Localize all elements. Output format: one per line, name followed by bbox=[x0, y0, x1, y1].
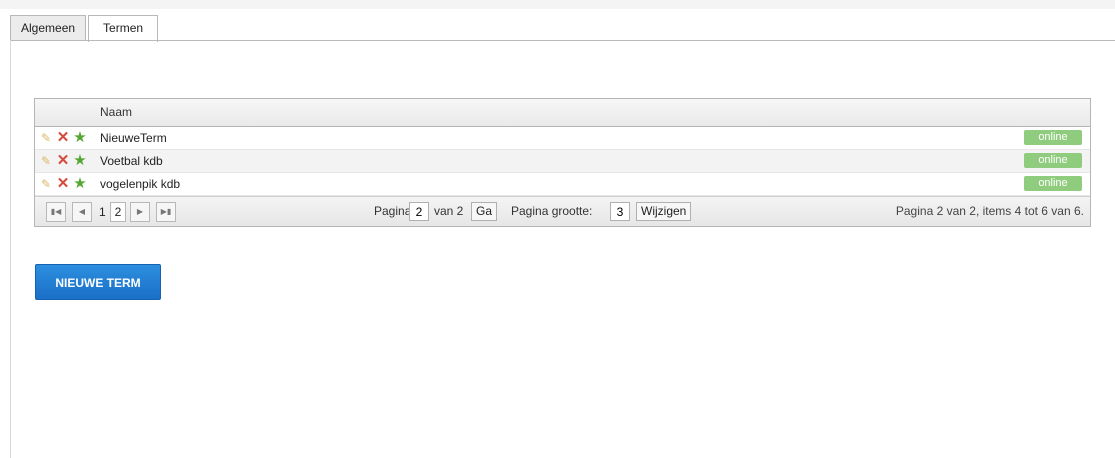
edit-icon[interactable]: ✎ bbox=[39, 177, 53, 191]
status-badge: online bbox=[1024, 130, 1082, 145]
go-button[interactable]: Ga bbox=[471, 202, 498, 221]
delete-icon[interactable]: ✕ bbox=[56, 130, 70, 145]
tab-divider bbox=[10, 40, 1115, 41]
table-row: ✎ ✕ ★ vogelenpik kdb online bbox=[35, 173, 1090, 196]
edit-icon[interactable]: ✎ bbox=[39, 131, 53, 145]
term-name: NieuweTerm bbox=[100, 131, 167, 145]
status-badge: online bbox=[1024, 153, 1082, 168]
new-term-button[interactable]: NIEUWE TERM bbox=[35, 264, 161, 300]
terms-grid: Naam ✎ ✕ ★ NieuweTerm online ✎ ✕ ★ Voetb… bbox=[34, 98, 1091, 227]
page-input[interactable] bbox=[409, 202, 429, 221]
table-row: ✎ ✕ ★ Voetbal kdb online bbox=[35, 150, 1090, 173]
change-button[interactable]: Wijzigen bbox=[636, 202, 692, 221]
star-icon[interactable]: ★ bbox=[73, 130, 87, 145]
status-badge: online bbox=[1024, 176, 1082, 191]
column-header-naam[interactable]: Naam bbox=[100, 105, 132, 119]
panel-border bbox=[10, 40, 11, 458]
next-page-icon[interactable]: ▶ bbox=[130, 202, 150, 222]
pager: ▮◀ ◀ 1 2 ▶ ▶▮ Pagina: van 2 Ga Pagina gr… bbox=[35, 196, 1090, 226]
term-name: Voetbal kdb bbox=[100, 154, 163, 168]
top-bar bbox=[0, 0, 1115, 9]
table-row: ✎ ✕ ★ NieuweTerm online bbox=[35, 127, 1090, 150]
star-icon[interactable]: ★ bbox=[73, 153, 87, 168]
tab-algemeen[interactable]: Algemeen bbox=[10, 15, 87, 41]
page-count: van 2 bbox=[434, 204, 464, 218]
last-page-icon[interactable]: ▶▮ bbox=[156, 202, 176, 222]
delete-icon[interactable]: ✕ bbox=[56, 176, 70, 191]
term-name: vogelenpik kdb bbox=[100, 177, 181, 191]
page-size-input[interactable] bbox=[610, 202, 630, 221]
prev-page-icon[interactable]: ◀ bbox=[72, 202, 92, 222]
edit-icon[interactable]: ✎ bbox=[39, 154, 53, 168]
delete-icon[interactable]: ✕ bbox=[56, 153, 70, 168]
tab-bar: Algemeen Termen bbox=[10, 15, 160, 42]
page-link-2[interactable]: 2 bbox=[110, 202, 126, 222]
first-page-icon[interactable]: ▮◀ bbox=[46, 202, 66, 222]
tab-termen[interactable]: Termen bbox=[88, 15, 159, 42]
grid-header: Naam bbox=[35, 99, 1090, 127]
page-size-label: Pagina grootte: bbox=[511, 204, 593, 218]
pager-info: Pagina 2 van 2, items 4 tot 6 van 6. bbox=[895, 204, 1084, 218]
page-link-1[interactable]: 1 bbox=[99, 202, 106, 222]
star-icon[interactable]: ★ bbox=[73, 176, 87, 191]
